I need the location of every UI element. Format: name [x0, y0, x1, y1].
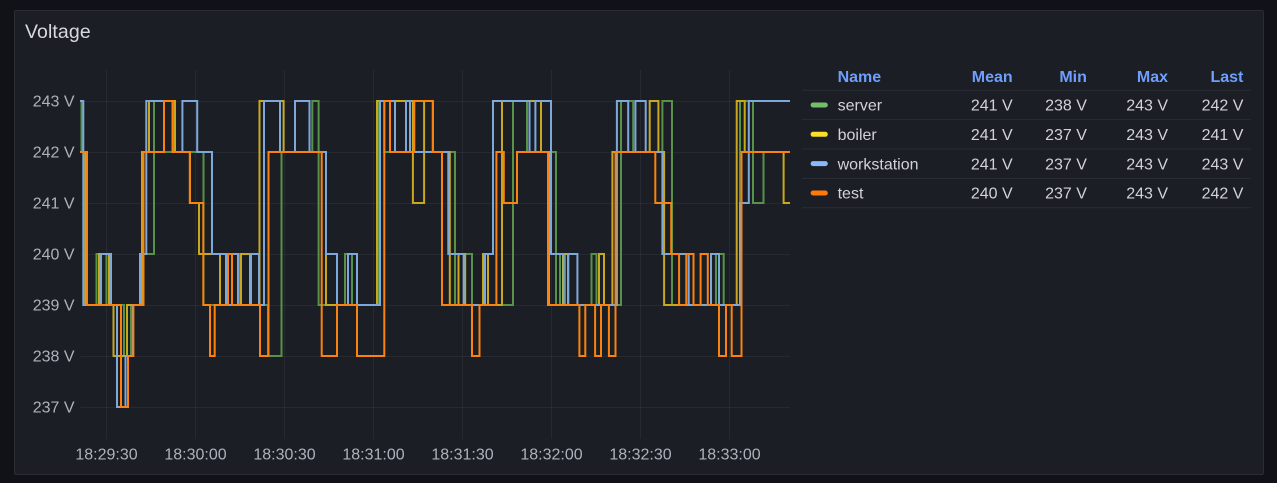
svg-text:242 V: 242 V	[1202, 186, 1244, 203]
svg-text:237 V: 237 V	[1045, 127, 1087, 144]
svg-text:18:32:00: 18:32:00	[520, 447, 582, 464]
svg-text:Min: Min	[1059, 69, 1087, 86]
svg-text:243 V: 243 V	[1126, 156, 1168, 173]
svg-text:18:32:30: 18:32:30	[609, 447, 671, 464]
svg-text:Name: Name	[838, 69, 882, 86]
svg-text:18:30:30: 18:30:30	[253, 447, 315, 464]
svg-text:server: server	[838, 98, 883, 115]
svg-text:237 V: 237 V	[1045, 156, 1087, 173]
svg-text:Mean: Mean	[972, 69, 1013, 86]
svg-text:boiler: boiler	[838, 127, 878, 144]
svg-text:242 V: 242 V	[1202, 98, 1244, 115]
svg-text:241 V: 241 V	[971, 98, 1013, 115]
svg-text:243 V: 243 V	[1126, 98, 1168, 115]
svg-text:241 V: 241 V	[971, 127, 1013, 144]
svg-text:18:30:00: 18:30:00	[164, 447, 226, 464]
svg-text:241 V: 241 V	[1202, 127, 1244, 144]
svg-text:241 V: 241 V	[33, 196, 75, 213]
svg-text:238 V: 238 V	[33, 349, 75, 366]
svg-text:237 V: 237 V	[33, 400, 75, 417]
svg-text:243 V: 243 V	[1202, 156, 1244, 173]
svg-text:240 V: 240 V	[971, 186, 1013, 203]
svg-text:workstation: workstation	[837, 156, 919, 173]
svg-text:243 V: 243 V	[1126, 127, 1168, 144]
svg-text:238 V: 238 V	[1045, 98, 1087, 115]
svg-text:18:31:00: 18:31:00	[342, 447, 404, 464]
svg-text:237 V: 237 V	[1045, 186, 1087, 203]
svg-text:Last: Last	[1210, 69, 1244, 86]
svg-text:Max: Max	[1137, 69, 1168, 86]
svg-text:243 V: 243 V	[1126, 186, 1168, 203]
svg-text:18:29:30: 18:29:30	[75, 447, 137, 464]
svg-text:239 V: 239 V	[33, 298, 75, 315]
svg-text:240 V: 240 V	[33, 247, 75, 264]
svg-text:243 V: 243 V	[33, 94, 75, 111]
svg-text:241 V: 241 V	[971, 156, 1013, 173]
svg-text:test: test	[838, 186, 864, 203]
svg-text:18:31:30: 18:31:30	[431, 447, 493, 464]
svg-text:18:33:00: 18:33:00	[698, 447, 760, 464]
svg-text:242 V: 242 V	[33, 145, 75, 162]
